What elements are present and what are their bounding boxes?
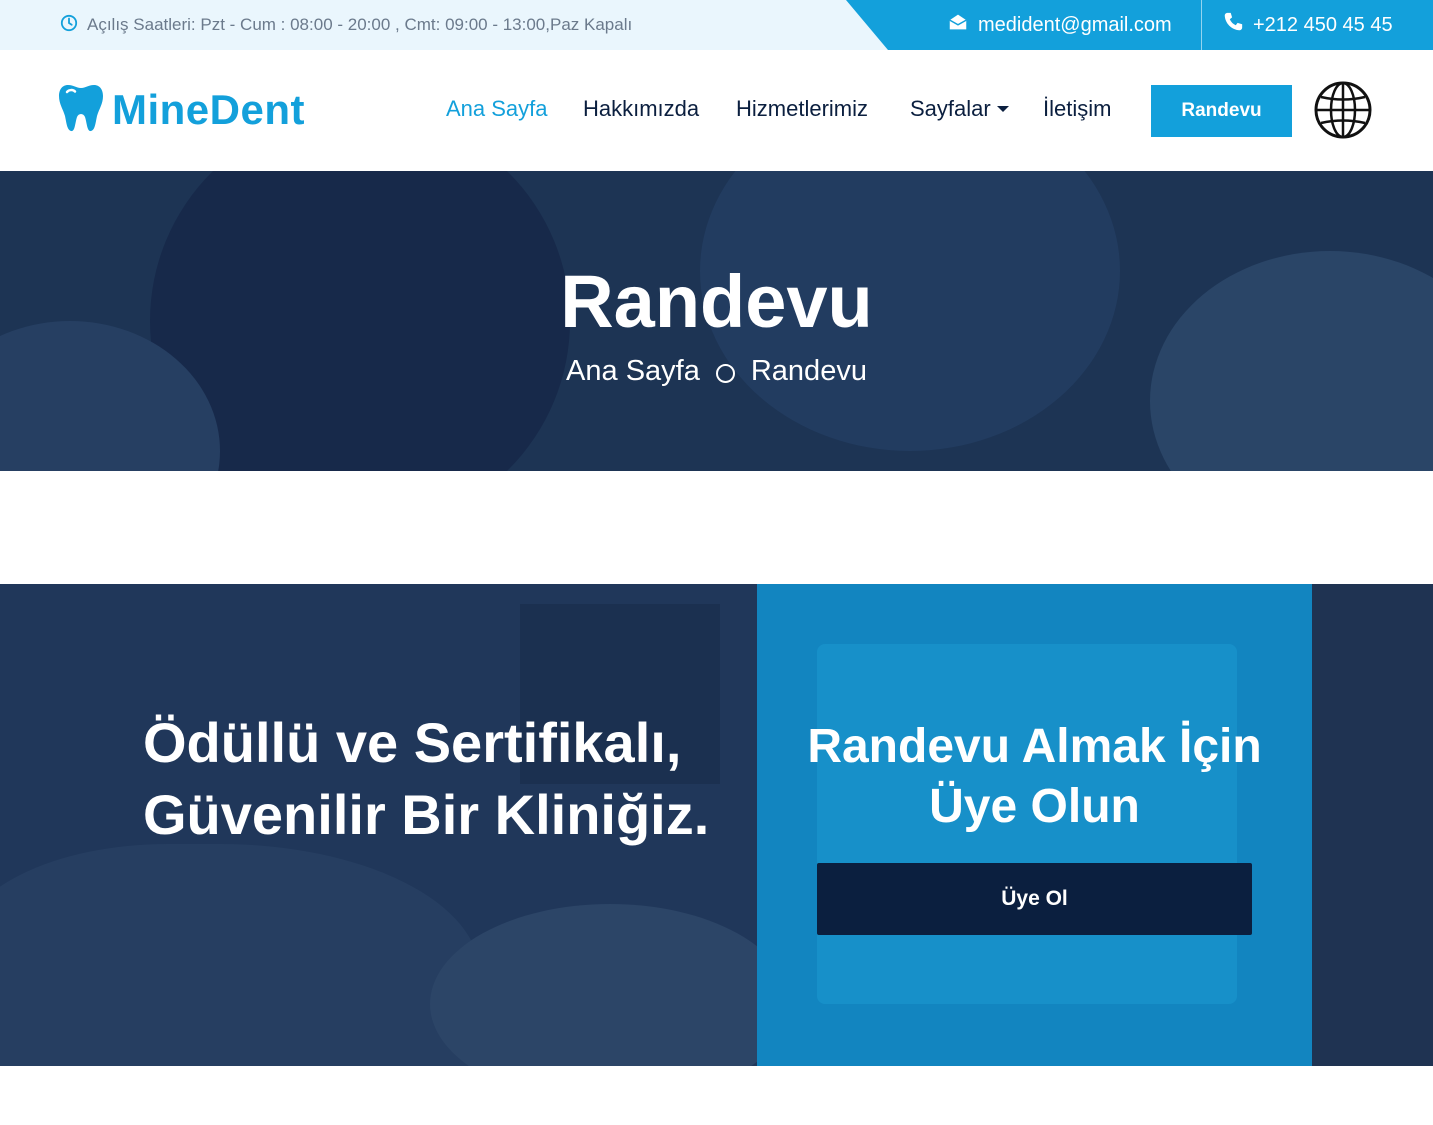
signup-button[interactable]: Üye Ol [817, 863, 1252, 935]
page-title: Randevu [560, 260, 873, 343]
nav-pages[interactable]: Sayfalar [910, 96, 1009, 122]
edge-image-strip [1312, 584, 1433, 1066]
promo-bg-shape [0, 844, 480, 1066]
signup-heading: Randevu Almak İçin Üye Olun [807, 720, 1262, 833]
top-bar: Açılış Saatleri: Pzt - Cum : 08:00 - 20:… [0, 0, 1433, 50]
nav-contact[interactable]: İletişim [1043, 96, 1111, 122]
clinic-heading: Ödüllü ve Sertifikalı, Güvenilir Bir Kli… [143, 711, 710, 846]
chevron-down-icon [996, 106, 1009, 112]
nav-about[interactable]: Hakkımızda [583, 96, 699, 122]
breadcrumb-home[interactable]: Ana Sayfa [566, 355, 700, 388]
phone-icon [1222, 11, 1244, 39]
brand-logo[interactable]: MineDent [58, 84, 305, 136]
appointment-button[interactable]: Randevu [1151, 85, 1292, 137]
envelope-icon [947, 11, 969, 39]
phone-text: +212 450 45 45 [1253, 13, 1393, 36]
clock-icon [60, 14, 78, 37]
clinic-promo-panel: Ödüllü ve Sertifikalı, Güvenilir Bir Kli… [0, 584, 757, 1066]
page-header-banner: Randevu Ana Sayfa Randevu [0, 171, 1433, 471]
nav-home[interactable]: Ana Sayfa [446, 96, 548, 122]
brand-name: MineDent [112, 86, 305, 133]
promo-bg-shape [430, 904, 757, 1066]
globe-icon[interactable] [1313, 80, 1373, 140]
breadcrumb: Ana Sayfa Randevu [0, 355, 1433, 388]
contact-divider [1201, 0, 1202, 50]
nav-services[interactable]: Hizmetlerimiz [736, 96, 868, 122]
opening-hours-text: Açılış Saatleri: Pzt - Cum : 08:00 - 20:… [87, 15, 633, 34]
signup-panel: Randevu Almak İçin Üye Olun Üye Ol [757, 584, 1312, 1066]
breadcrumb-current: Randevu [750, 355, 867, 387]
email-text: medident@gmail.com [978, 13, 1172, 36]
opening-hours: Açılış Saatleri: Pzt - Cum : 08:00 - 20:… [60, 0, 632, 50]
email-link[interactable]: medident@gmail.com [947, 0, 1172, 50]
circle-separator-icon [715, 364, 735, 383]
main-navbar: MineDent Ana Sayfa Hakkımızda Hizmetleri… [0, 50, 1433, 171]
phone-link[interactable]: +212 450 45 45 [1222, 0, 1393, 50]
tooth-icon [58, 83, 104, 138]
nav-pages-label: Sayfalar [910, 96, 991, 121]
